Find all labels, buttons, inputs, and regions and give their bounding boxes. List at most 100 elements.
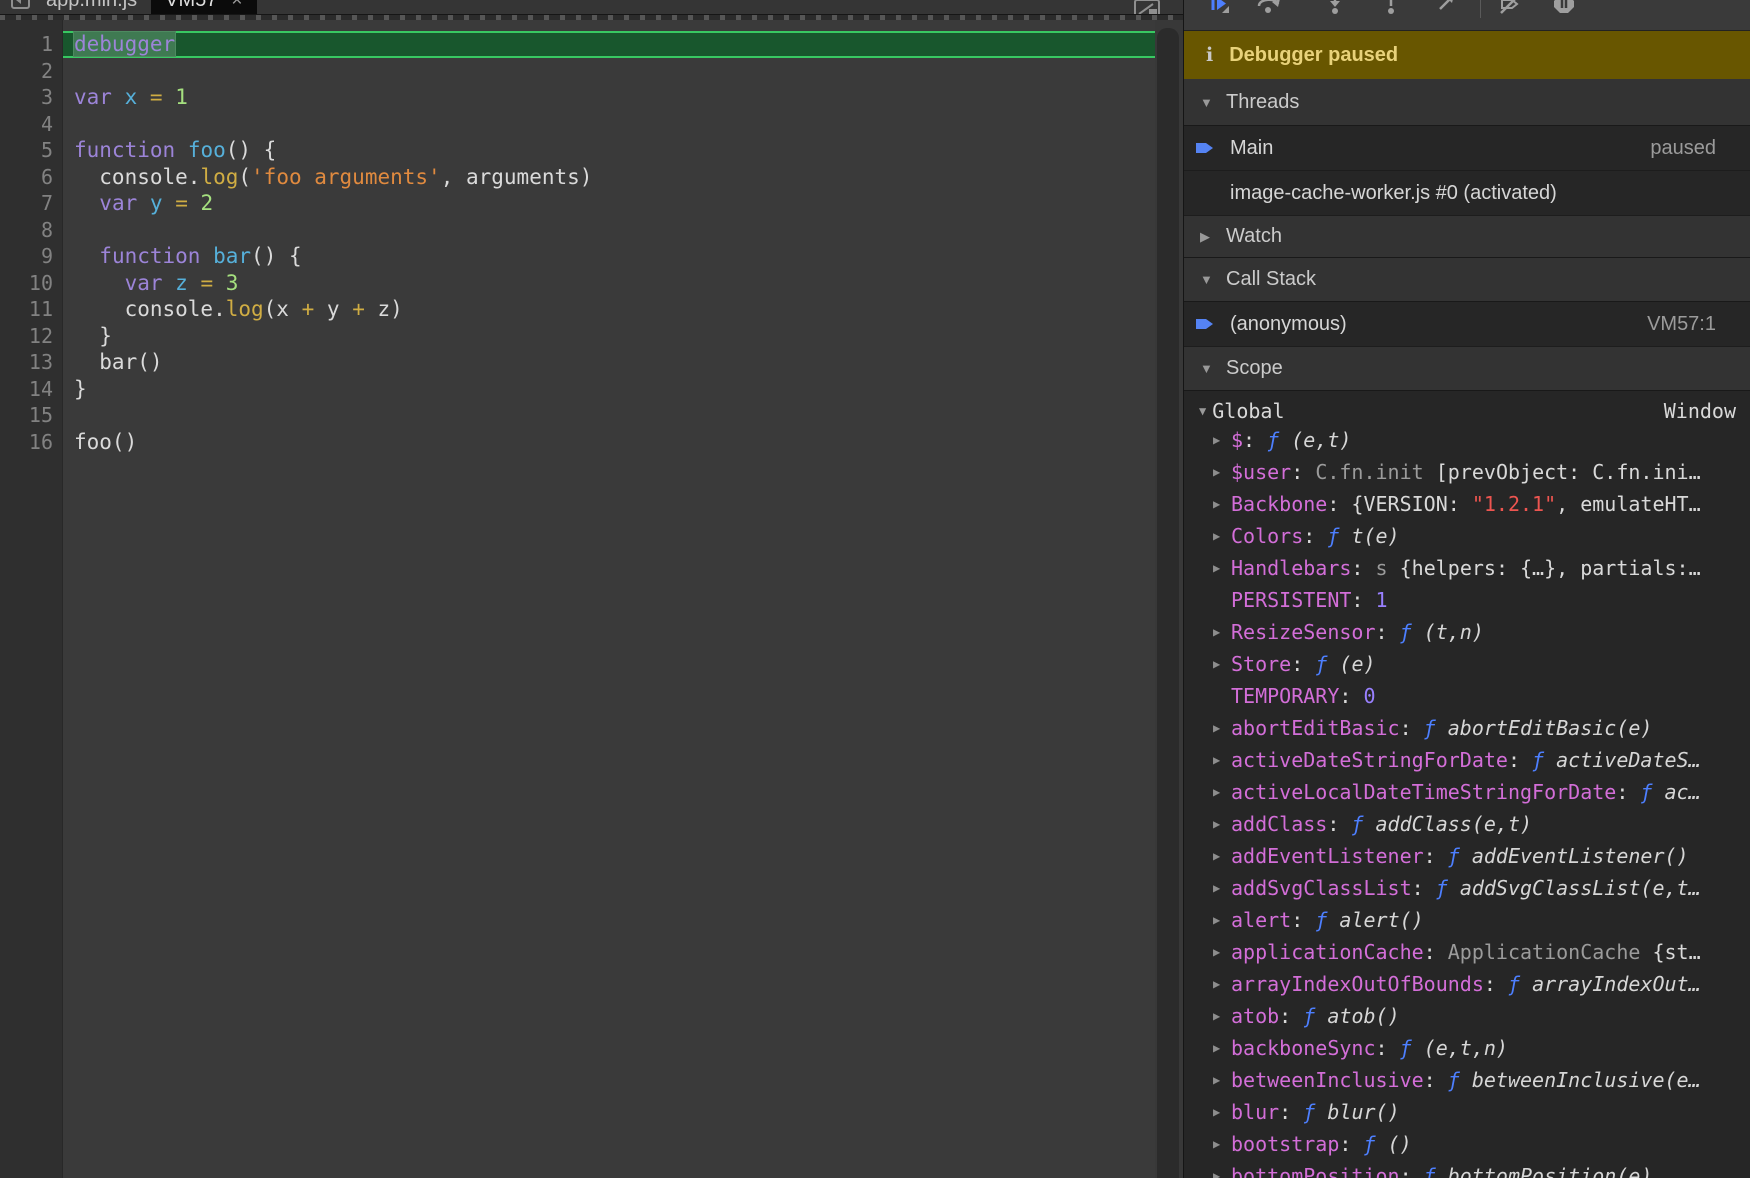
expand-triangle-icon[interactable]: ▶ bbox=[1213, 721, 1231, 735]
line-number[interactable]: 9 bbox=[0, 243, 63, 270]
scope-variable-row[interactable]: ▶backboneSync: ƒ (e,t,n) bbox=[1184, 1032, 1750, 1064]
line-number[interactable]: 10 bbox=[0, 270, 63, 297]
line-number[interactable]: 7 bbox=[0, 190, 63, 217]
expand-triangle-icon[interactable]: ▶ bbox=[1213, 785, 1231, 799]
line-number[interactable]: 2 bbox=[0, 58, 63, 85]
line-number[interactable]: 3 bbox=[0, 84, 63, 111]
scrollbar-thumb[interactable] bbox=[1157, 28, 1179, 1178]
step-icon[interactable] bbox=[1436, 0, 1458, 15]
scope-variable-row[interactable]: ▶alert: ƒ alert() bbox=[1184, 904, 1750, 936]
code-line[interactable]: 11 console.log(x + y + z) bbox=[0, 296, 1155, 323]
editor-scrollbar[interactable] bbox=[1155, 20, 1183, 1178]
expand-triangle-icon[interactable]: ▶ bbox=[1213, 945, 1231, 959]
step-into-icon[interactable] bbox=[1324, 0, 1346, 15]
line-number[interactable]: 16 bbox=[0, 429, 63, 456]
navigator-toggle-icon[interactable] bbox=[10, 0, 32, 10]
scope-variable-row[interactable]: ▶bottomPosition: ƒ bottomPosition(e) bbox=[1184, 1160, 1750, 1178]
line-number[interactable]: 8 bbox=[0, 217, 63, 244]
scope-variable-row[interactable]: ▶addClass: ƒ addClass(e,t) bbox=[1184, 808, 1750, 840]
expand-triangle-icon[interactable]: ▶ bbox=[1213, 753, 1231, 767]
line-number[interactable]: 6 bbox=[0, 164, 63, 191]
scope-variable-row[interactable]: ▶Store: ƒ (e) bbox=[1184, 648, 1750, 680]
deactivate-breakpoints-icon[interactable] bbox=[1498, 0, 1520, 15]
code-line[interactable]: 10 var z = 3 bbox=[0, 270, 1155, 297]
execution-line[interactable]: 1debugger bbox=[0, 31, 1155, 58]
scope-variable-row[interactable]: ▶Colors: ƒ t(e) bbox=[1184, 520, 1750, 552]
pause-on-exceptions-icon[interactable] bbox=[1552, 0, 1574, 15]
line-number[interactable]: 1 bbox=[0, 31, 63, 58]
expand-triangle-icon[interactable]: ▶ bbox=[1213, 977, 1231, 991]
expand-triangle-icon[interactable]: ▶ bbox=[1213, 1073, 1231, 1087]
scope-variable-row[interactable]: ▶applicationCache: ApplicationCache {st… bbox=[1184, 936, 1750, 968]
call-stack-section-header[interactable]: ▼ Call Stack bbox=[1184, 258, 1750, 302]
call-stack-frame[interactable]: (anonymous)VM57:1 bbox=[1184, 302, 1750, 347]
line-number[interactable]: 15 bbox=[0, 402, 63, 429]
expand-triangle-icon[interactable]: ▶ bbox=[1213, 913, 1231, 927]
code-line[interactable]: 2 bbox=[0, 58, 1155, 85]
expand-triangle-icon[interactable]: ▶ bbox=[1213, 1041, 1231, 1055]
expand-triangle-icon[interactable]: ▶ bbox=[1213, 561, 1231, 575]
scope-variable-row[interactable]: ▶Handlebars: s {helpers: {…}, partials:… bbox=[1184, 552, 1750, 584]
line-number[interactable]: 12 bbox=[0, 323, 63, 350]
scope-section-header[interactable]: ▼ Scope bbox=[1184, 347, 1750, 391]
scope-variable-row[interactable]: TEMPORARY: 0 bbox=[1184, 680, 1750, 712]
scope-variable-row[interactable]: ▶addEventListener: ƒ addEventListener() bbox=[1184, 840, 1750, 872]
code-line[interactable]: 7 var y = 2 bbox=[0, 190, 1155, 217]
code-line[interactable]: 15 bbox=[0, 402, 1155, 429]
scope-variable-row[interactable]: ▶activeLocalDateTimeStringForDate: ƒ ac… bbox=[1184, 776, 1750, 808]
code-editor[interactable]: 1debugger23var x = 145function foo() {6 … bbox=[0, 20, 1155, 1178]
code-line[interactable]: 14} bbox=[0, 376, 1155, 403]
scope-variable-row[interactable]: ▶arrayIndexOutOfBounds: ƒ arrayIndexOut… bbox=[1184, 968, 1750, 1000]
code-line[interactable]: 4 bbox=[0, 111, 1155, 138]
code-line[interactable]: 16foo() bbox=[0, 429, 1155, 456]
code-line[interactable]: 3var x = 1 bbox=[0, 84, 1155, 111]
scope-variable-row[interactable]: ▶betweenInclusive: ƒ betweenInclusive(e… bbox=[1184, 1064, 1750, 1096]
code-line[interactable]: 13 bar() bbox=[0, 349, 1155, 376]
threads-section-header[interactable]: ▼ Threads bbox=[1184, 79, 1750, 126]
scope-variable-row[interactable]: ▶$: ƒ (e,t) bbox=[1184, 424, 1750, 456]
scope-variable-row[interactable]: ▶ResizeSensor: ƒ (t,n) bbox=[1184, 616, 1750, 648]
step-out-icon[interactable] bbox=[1380, 0, 1402, 15]
line-number[interactable]: 14 bbox=[0, 376, 63, 403]
expand-triangle-icon[interactable]: ▶ bbox=[1213, 849, 1231, 863]
dock-source-icon[interactable] bbox=[1133, 0, 1163, 14]
line-number[interactable]: 13 bbox=[0, 349, 63, 376]
scope-variable-row[interactable]: ▶addSvgClassList: ƒ addSvgClassList(e,t… bbox=[1184, 872, 1750, 904]
resume-icon[interactable] bbox=[1208, 0, 1230, 15]
line-number[interactable]: 5 bbox=[0, 137, 63, 164]
scope-variable-row[interactable]: ▶activeDateStringForDate: ƒ activeDateS… bbox=[1184, 744, 1750, 776]
expand-triangle-icon[interactable]: ▶ bbox=[1213, 1009, 1231, 1023]
scope-variable-row[interactable]: ▶abortEditBasic: ƒ abortEditBasic(e) bbox=[1184, 712, 1750, 744]
scope-variable-row[interactable]: ▶$user: C.fn.init [prevObject: C.fn.ini… bbox=[1184, 456, 1750, 488]
tab-app-min-js[interactable]: app.min.js bbox=[32, 0, 151, 14]
scope-variable-row[interactable]: ▶bootstrap: ƒ () bbox=[1184, 1128, 1750, 1160]
step-over-icon[interactable] bbox=[1256, 0, 1278, 15]
code-line[interactable]: 6 console.log('foo arguments', arguments… bbox=[0, 164, 1155, 191]
line-number[interactable]: 4 bbox=[0, 111, 63, 138]
code-line[interactable]: 9 function bar() { bbox=[0, 243, 1155, 270]
tab-vm57[interactable]: VM57 × bbox=[151, 0, 256, 14]
thread-row[interactable]: Mainpaused bbox=[1184, 126, 1750, 171]
expand-triangle-icon[interactable]: ▶ bbox=[1213, 1169, 1231, 1178]
close-tab-icon[interactable]: × bbox=[231, 0, 242, 10]
expand-triangle-icon[interactable]: ▶ bbox=[1213, 657, 1231, 671]
expand-triangle-icon[interactable]: ▶ bbox=[1213, 1105, 1231, 1119]
scope-variable-row[interactable]: ▶atob: ƒ atob() bbox=[1184, 1000, 1750, 1032]
expand-triangle-icon[interactable]: ▶ bbox=[1213, 625, 1231, 639]
expand-triangle-icon[interactable]: ▶ bbox=[1213, 433, 1231, 447]
scope-variable-row[interactable]: ▶blur: ƒ blur() bbox=[1184, 1096, 1750, 1128]
expand-triangle-icon[interactable]: ▶ bbox=[1213, 1137, 1231, 1151]
expand-triangle-icon[interactable]: ▶ bbox=[1213, 817, 1231, 831]
code-line[interactable]: 12 } bbox=[0, 323, 1155, 350]
scope-variable-row[interactable]: ▶Backbone: {VERSION: "1.2.1", emulateHT… bbox=[1184, 488, 1750, 520]
scope-variable-row[interactable]: PERSISTENT: 1 bbox=[1184, 584, 1750, 616]
expand-triangle-icon[interactable]: ▶ bbox=[1213, 881, 1231, 895]
thread-row[interactable]: image-cache-worker.js #0 (activated) bbox=[1184, 171, 1750, 216]
code-line[interactable]: 8 bbox=[0, 217, 1155, 244]
expand-triangle-icon[interactable]: ▶ bbox=[1213, 465, 1231, 479]
line-number[interactable]: 11 bbox=[0, 296, 63, 323]
code-line[interactable]: 5function foo() { bbox=[0, 137, 1155, 164]
watch-section-header[interactable]: ▶ Watch bbox=[1184, 216, 1750, 258]
expand-triangle-icon[interactable]: ▶ bbox=[1213, 529, 1231, 543]
expand-triangle-icon[interactable]: ▶ bbox=[1213, 497, 1231, 511]
